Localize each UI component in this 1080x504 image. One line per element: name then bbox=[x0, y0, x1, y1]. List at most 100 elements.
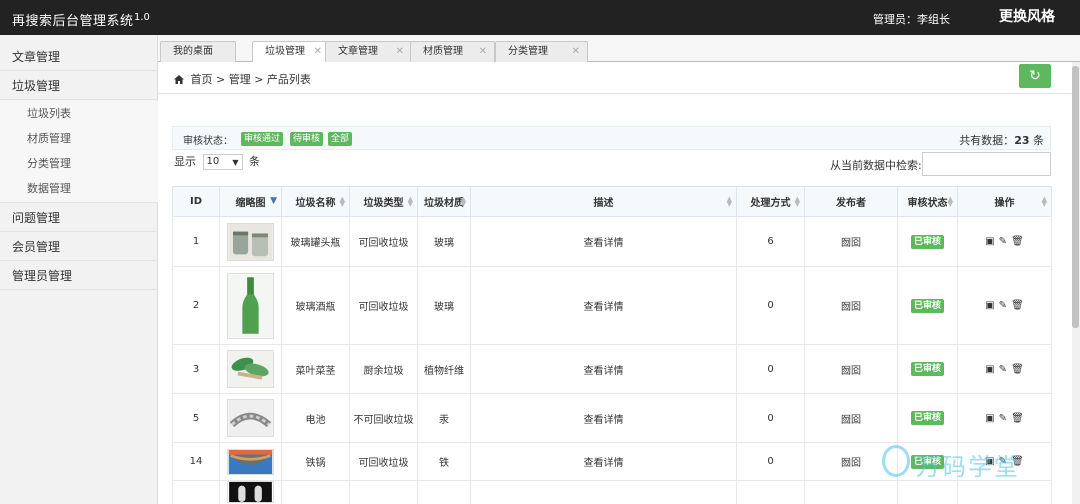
cell-type: 可回收垃圾 bbox=[349, 216, 418, 267]
col-publisher[interactable]: 发布者 bbox=[804, 186, 898, 217]
col-status[interactable]: 审核状态 ▲ ▼ bbox=[897, 186, 958, 217]
close-icon[interactable]: ✕ bbox=[396, 42, 404, 62]
cell-thumbnail[interactable] bbox=[219, 344, 282, 394]
cell-actions: ▣ ✎ 🗑 bbox=[957, 266, 1052, 345]
thumbnail-vegetable-leaves[interactable] bbox=[227, 350, 274, 388]
home-icon bbox=[174, 75, 184, 84]
search-label: 从当前数据中检索: bbox=[830, 159, 922, 172]
view-details-link[interactable]: 查看详情 bbox=[584, 366, 624, 377]
edit-icon[interactable]: ✎ bbox=[999, 236, 1007, 247]
sidebar-subitem-material[interactable]: 材质管理 bbox=[0, 126, 158, 151]
col-material[interactable]: 垃圾材质 ▲ ▼ bbox=[417, 186, 471, 217]
col-description[interactable]: 描述 ▲ ▼ bbox=[470, 186, 737, 217]
tab-category-management[interactable]: 分类管理 ✕ bbox=[495, 41, 588, 62]
sidebar-item-admins[interactable]: 管理员管理 bbox=[0, 262, 158, 290]
thumbnail-batteries[interactable] bbox=[227, 399, 274, 437]
cell-thumbnail[interactable] bbox=[219, 442, 282, 481]
breadcrumb-text[interactable]: 首页 > 管理 > 产品列表 bbox=[191, 73, 311, 86]
sidebar-subitem-category[interactable]: 分类管理 bbox=[0, 151, 158, 176]
cell-name: 玻璃罐头瓶 bbox=[281, 216, 350, 267]
status-badge: 已审核 bbox=[910, 362, 944, 376]
cell-name: 菜叶菜茎 bbox=[281, 344, 350, 394]
cell-description[interactable]: 查看详情 bbox=[470, 393, 737, 443]
col-method[interactable]: 处理方式 ▲ ▼ bbox=[736, 186, 805, 217]
sidebar-item-articles[interactable]: 文章管理 bbox=[0, 43, 158, 71]
cell-name: 电池 bbox=[281, 393, 350, 443]
admin-user-label[interactable]: 管理员：李组长 bbox=[873, 11, 950, 27]
thumbnail-iron-pot[interactable] bbox=[227, 448, 274, 475]
view-details-link[interactable]: 查看详情 bbox=[584, 458, 624, 469]
cell-publisher: 囫囵 bbox=[804, 393, 898, 443]
view-icon[interactable]: ▣ bbox=[985, 300, 994, 311]
filter-all-button[interactable]: 全部 bbox=[328, 132, 353, 146]
cell-status bbox=[897, 480, 958, 504]
breadcrumb: 首页 > 管理 > 产品列表 bbox=[174, 71, 311, 87]
view-icon[interactable]: ▣ bbox=[985, 364, 994, 375]
cell-method bbox=[736, 480, 805, 504]
col-name[interactable]: 垃圾名称 ▲ ▼ bbox=[281, 186, 350, 217]
watermark-text: 万码学堂 bbox=[916, 453, 1020, 481]
tab-label: 我的桌面 bbox=[173, 46, 213, 57]
filter-label: 审核状态： bbox=[183, 136, 233, 147]
view-details-link[interactable]: 查看详情 bbox=[584, 238, 624, 249]
delete-icon[interactable]: 🗑 bbox=[1011, 364, 1024, 375]
filter-pending-button[interactable]: 待审核 bbox=[290, 132, 324, 146]
cell-actions: ▣ ✎ 🗑 bbox=[957, 393, 1052, 443]
view-icon[interactable]: ▣ bbox=[985, 236, 994, 247]
thumbnail-glass-jars[interactable] bbox=[227, 222, 274, 261]
view-details-link[interactable]: 查看详情 bbox=[584, 302, 624, 313]
cell-thumbnail[interactable] bbox=[219, 216, 282, 267]
cell-type: 厨余垃圾 bbox=[349, 344, 418, 394]
cell-description[interactable]: 查看详情 bbox=[470, 216, 737, 267]
col-type[interactable]: 垃圾类型 ▲ ▼ bbox=[349, 186, 418, 217]
cell-publisher: 囫囵 bbox=[804, 266, 898, 345]
tab-label: 文章管理 bbox=[338, 46, 378, 57]
close-icon[interactable]: ✕ bbox=[479, 42, 487, 62]
refresh-button[interactable]: ↻ bbox=[1019, 64, 1051, 88]
cell-publisher: 囫囵 bbox=[804, 344, 898, 394]
delete-icon[interactable]: 🗑 bbox=[1011, 413, 1024, 424]
tab-material-management[interactable]: 材质管理 ✕ bbox=[410, 41, 495, 62]
sidebar-subitem-data[interactable]: 数据管理 bbox=[0, 176, 158, 201]
tab-article-management[interactable]: 文章管理 ✕ bbox=[325, 41, 412, 62]
cell-description[interactable]: 查看详情 bbox=[470, 442, 737, 481]
cell-status: 已审核 bbox=[897, 266, 958, 345]
thumbnail-glass-bottle[interactable] bbox=[227, 272, 274, 339]
view-details-link[interactable]: 查看详情 bbox=[584, 415, 624, 426]
thumbnail-partial[interactable] bbox=[227, 481, 274, 503]
delete-icon[interactable]: 🗑 bbox=[1011, 300, 1024, 311]
sidebar-item-garbage[interactable]: 垃圾管理 bbox=[0, 72, 158, 100]
cell-description[interactable]: 查看详情 bbox=[470, 344, 737, 394]
cell-id bbox=[172, 480, 220, 504]
col-id[interactable]: ID bbox=[172, 186, 220, 217]
edit-icon[interactable]: ✎ bbox=[999, 300, 1007, 311]
tab-label: 垃圾管理 bbox=[265, 46, 305, 57]
delete-icon[interactable]: 🗑 bbox=[1011, 236, 1024, 247]
close-icon[interactable]: ✕ bbox=[314, 42, 322, 62]
scrollbar-thumb[interactable] bbox=[1072, 66, 1079, 328]
sidebar: 文章管理 垃圾管理 垃圾列表 材质管理 分类管理 数据管理 问题管理 会员管理 … bbox=[0, 35, 158, 504]
view-icon[interactable]: ▣ bbox=[985, 413, 994, 424]
cell-thumbnail[interactable] bbox=[219, 480, 282, 504]
sidebar-subitem-garbage-list[interactable]: 垃圾列表 bbox=[0, 101, 158, 126]
page-size-select[interactable]: 10 ▼ bbox=[202, 154, 243, 170]
cell-description[interactable]: 查看详情 bbox=[470, 266, 737, 345]
sidebar-item-questions[interactable]: 问题管理 bbox=[0, 204, 158, 232]
cell-thumbnail[interactable] bbox=[219, 393, 282, 443]
cell-publisher bbox=[804, 480, 898, 504]
filter-approved-button[interactable]: 审核通过 bbox=[241, 132, 284, 146]
tab-garbage-management[interactable]: 垃圾管理 ✕ bbox=[252, 41, 330, 63]
cell-thumbnail[interactable] bbox=[219, 266, 282, 345]
total-prefix: 共有数据： bbox=[959, 134, 1015, 147]
sidebar-item-members[interactable]: 会员管理 bbox=[0, 233, 158, 261]
page-size-prefix: 显示 bbox=[174, 155, 196, 168]
close-icon[interactable]: ✕ bbox=[572, 42, 580, 62]
table-row: 1 玻璃罐头瓶 可回收垃圾 玻璃 查看详情 6 囫囵 已审核 ▣ ✎ 🗑 bbox=[172, 216, 1052, 267]
col-actions[interactable]: 操作 ▲ ▼ bbox=[957, 186, 1052, 217]
tab-desktop[interactable]: 我的桌面 bbox=[160, 41, 236, 62]
edit-icon[interactable]: ✎ bbox=[999, 364, 1007, 375]
search-input[interactable] bbox=[922, 152, 1051, 176]
change-style-button[interactable]: 更换风格 bbox=[996, 6, 1058, 28]
edit-icon[interactable]: ✎ bbox=[999, 413, 1007, 424]
col-thumbnail[interactable]: 缩略图 ▼ bbox=[219, 186, 282, 217]
